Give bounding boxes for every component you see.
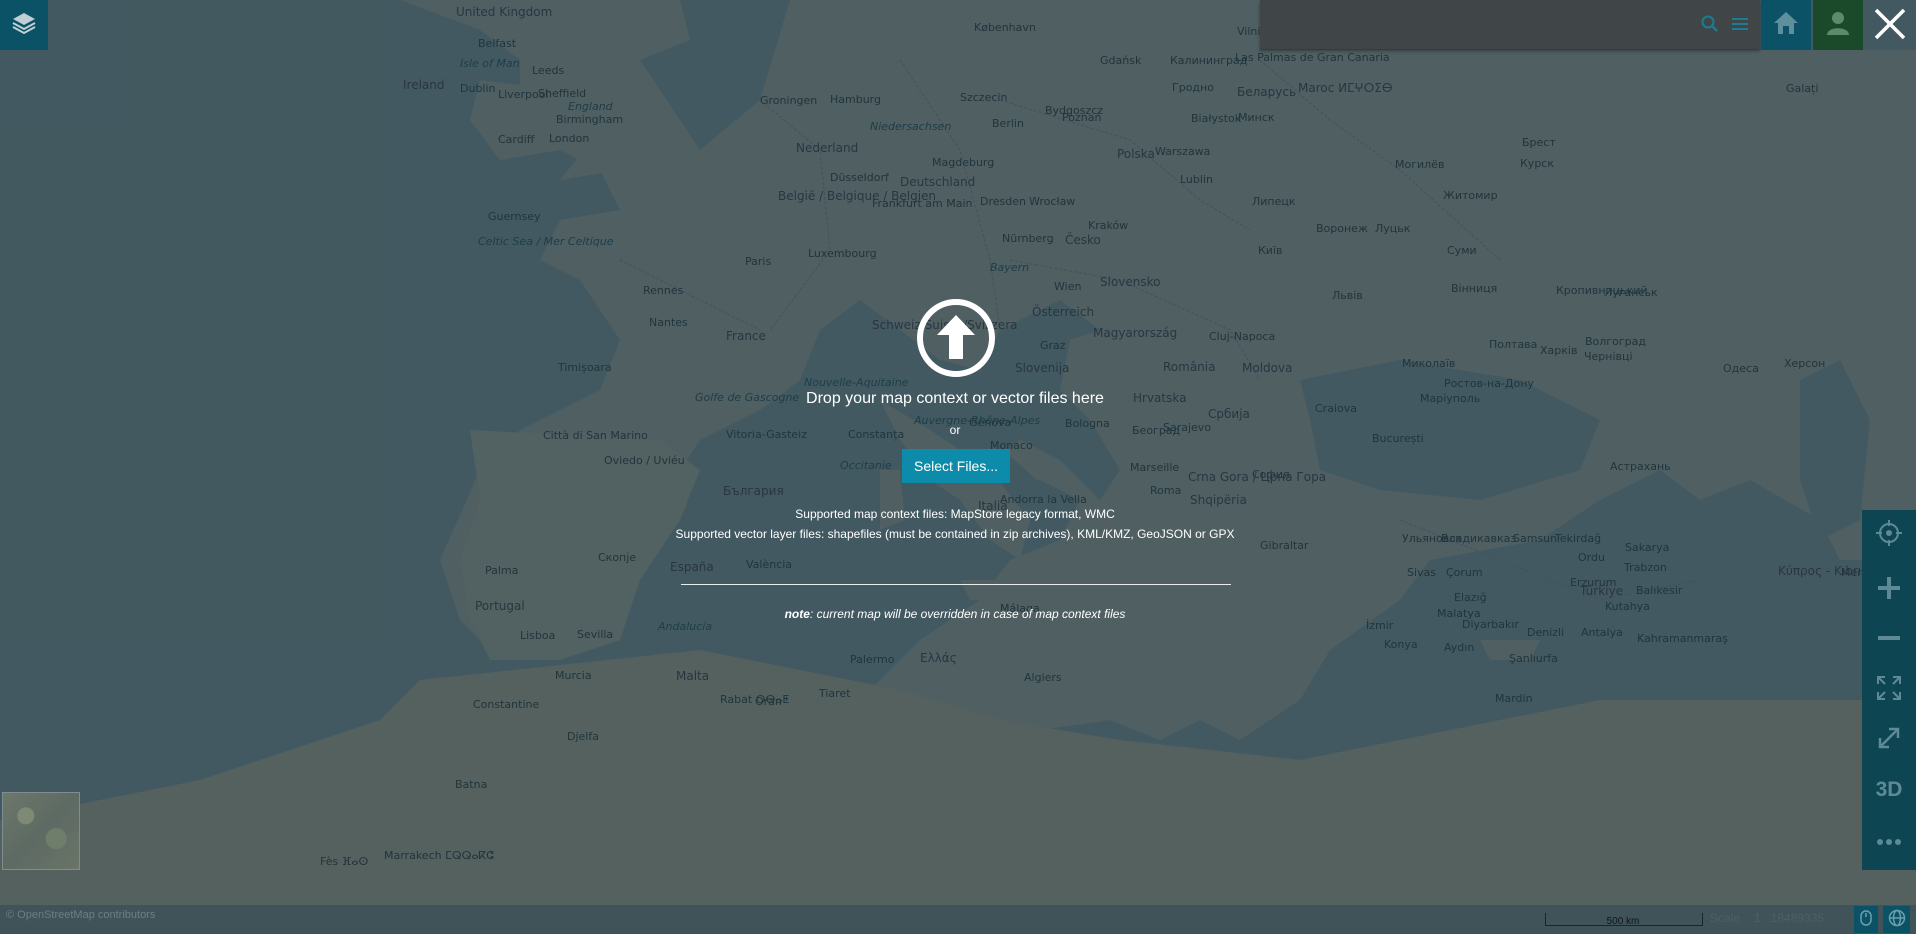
- dropzone-note: note: current map will be overridden in …: [660, 607, 1250, 621]
- map-attribution[interactable]: © OpenStreetMap contributors: [6, 909, 155, 921]
- scale-label: Scale: [1710, 911, 1741, 925]
- scale-select[interactable]: 1 : 18489335: [1754, 911, 1824, 925]
- toggle-3d-button[interactable]: 3D: [1862, 765, 1916, 815]
- scalebar-label: 500 km: [1606, 916, 1640, 927]
- dropzone-divider: [681, 584, 1231, 585]
- home-button[interactable]: [1761, 0, 1811, 50]
- note-text: : current map will be overridden in case…: [809, 607, 1126, 621]
- background-selector-thumbnail[interactable]: [2, 792, 80, 870]
- search-input[interactable]: [1268, 10, 1692, 40]
- minus-icon: [1876, 625, 1902, 655]
- search-bar: [1260, 0, 1760, 49]
- dropzone-or-text: or: [949, 423, 961, 437]
- mouse-icon: [1860, 909, 1872, 930]
- hamburger-menu-icon[interactable]: [1730, 14, 1750, 38]
- ellipsis-icon: [1876, 831, 1902, 850]
- search-icon[interactable]: [1700, 14, 1720, 38]
- supported-context-files-text: Supported map context files: MapStore le…: [795, 507, 1115, 521]
- arrows-diagonal-icon: [1876, 725, 1902, 755]
- user-menu-button[interactable]: [1813, 0, 1863, 50]
- crs-selector-button[interactable]: [1883, 906, 1910, 933]
- globe-icon: [1888, 909, 1906, 931]
- toggle-3d-label: 3D: [1875, 778, 1903, 801]
- zoom-in-button[interactable]: [1862, 565, 1916, 615]
- more-tools-button[interactable]: [1862, 815, 1916, 865]
- select-files-button[interactable]: Select Files...: [902, 449, 1010, 483]
- upload-arrow-icon: [915, 297, 997, 383]
- close-icon: [1872, 6, 1908, 46]
- plus-icon: [1876, 575, 1902, 605]
- dropzone-title: Drop your map context or vector files he…: [806, 390, 1104, 407]
- close-dropzone-button[interactable]: [1864, 0, 1916, 52]
- zoom-to-max-extent-button[interactable]: [1862, 715, 1916, 765]
- mouse-position-button[interactable]: [1854, 906, 1878, 933]
- layers-icon: [11, 11, 37, 39]
- map-toolbar: 3D: [1862, 510, 1916, 870]
- note-label: note: [784, 607, 810, 621]
- home-icon: [1772, 10, 1800, 40]
- full-screen-button[interactable]: [1862, 665, 1916, 715]
- expand-icon: [1876, 675, 1902, 705]
- user-icon: [1825, 10, 1851, 40]
- supported-vector-files-text: Supported vector layer files: shapefiles…: [675, 527, 1235, 541]
- locate-button[interactable]: [1862, 510, 1916, 560]
- toc-button[interactable]: [0, 0, 48, 50]
- zoom-out-button[interactable]: [1862, 615, 1916, 665]
- crosshair-icon: [1876, 520, 1902, 550]
